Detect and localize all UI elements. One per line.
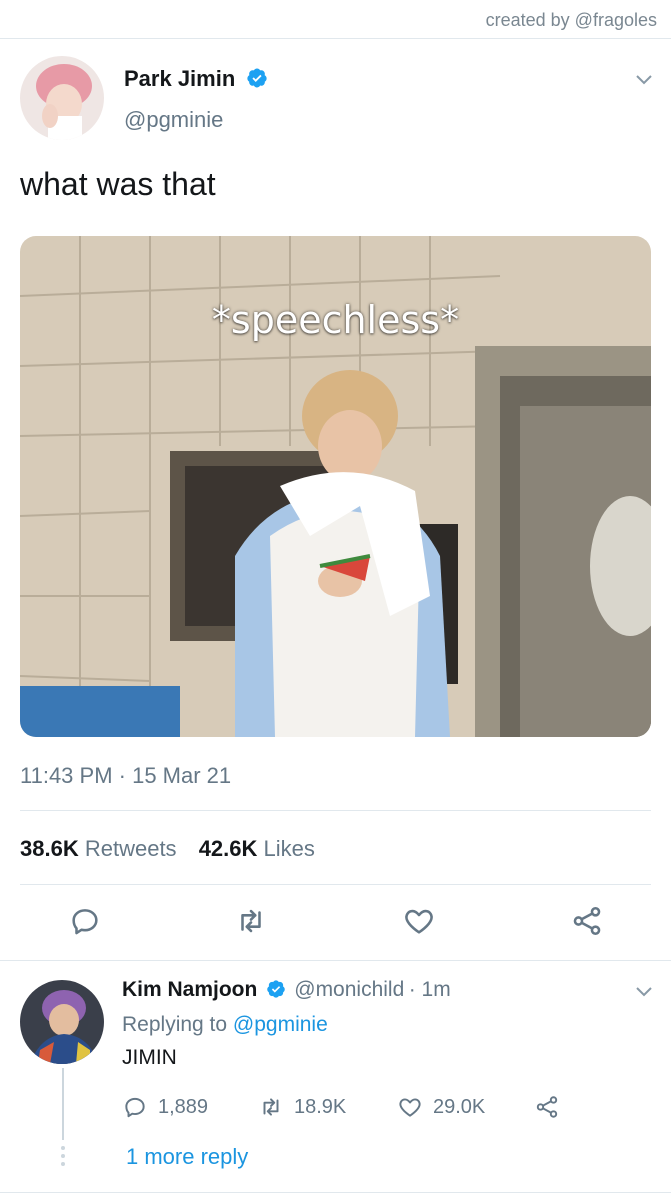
divider bbox=[20, 884, 651, 885]
replying-to-label: Replying to bbox=[122, 1013, 228, 1036]
heart-icon bbox=[399, 1098, 421, 1117]
author-handle[interactable]: @pgminie bbox=[124, 107, 223, 133]
replying-to-link[interactable]: @pgminie bbox=[233, 1013, 328, 1036]
reply-time: · 1m bbox=[408, 978, 451, 1001]
reply-like-action[interactable]: 29.0K bbox=[397, 1094, 485, 1120]
tweet-stats: 38.6K Retweets 42.6K Likes bbox=[20, 836, 315, 862]
chevron-down-icon[interactable] bbox=[635, 986, 653, 998]
retweet-icon bbox=[263, 1098, 279, 1116]
author-line: Park Jimin bbox=[124, 66, 268, 92]
reply-icon[interactable] bbox=[68, 904, 102, 938]
tweet-media-image[interactable]: *speechless* bbox=[20, 236, 651, 737]
author-name[interactable]: Park Jimin bbox=[124, 66, 235, 91]
top-divider bbox=[0, 38, 671, 39]
verified-badge-icon bbox=[247, 68, 267, 88]
credit-text: created by @fragoles bbox=[485, 10, 657, 30]
divider bbox=[20, 810, 651, 811]
thread-dot bbox=[61, 1162, 65, 1166]
avatar[interactable] bbox=[20, 56, 104, 140]
reply-avatar[interactable] bbox=[20, 980, 104, 1064]
retweets-stat[interactable]: 38.6K Retweets bbox=[20, 836, 177, 861]
reply-icon bbox=[125, 1097, 145, 1118]
reply-retweet-action[interactable]: 18.9K bbox=[258, 1094, 346, 1120]
retweet-count: 18.9K bbox=[294, 1095, 347, 1118]
retweet-icon[interactable] bbox=[234, 904, 268, 938]
reply-text: JIMIN bbox=[122, 1046, 177, 1069]
replying-to-line: Replying to @pgminie bbox=[122, 1013, 328, 1037]
reply-author-name[interactable]: Kim Namjoon bbox=[122, 978, 257, 1001]
reply-reply-action[interactable]: 1,889 bbox=[122, 1094, 208, 1120]
reply-count: 1,889 bbox=[158, 1095, 209, 1118]
media-caption: *speechless* bbox=[211, 298, 460, 342]
like-count: 29.0K bbox=[433, 1095, 486, 1118]
tweet-timestamp[interactable]: 11:43 PM · 15 Mar 21 bbox=[20, 763, 231, 789]
share-icon bbox=[536, 1096, 558, 1118]
more-replies-link[interactable]: 1 more reply bbox=[126, 1144, 248, 1170]
divider bbox=[0, 960, 671, 961]
heart-icon[interactable] bbox=[402, 904, 436, 938]
thread-dot bbox=[61, 1154, 65, 1158]
thread-line bbox=[62, 1068, 64, 1140]
reply-author-handle[interactable]: @monichild bbox=[294, 978, 404, 1001]
chevron-down-icon[interactable] bbox=[635, 74, 653, 86]
likes-stat[interactable]: 42.6K Likes bbox=[199, 836, 315, 861]
verified-badge-icon bbox=[267, 980, 285, 998]
bottom-divider bbox=[0, 1192, 671, 1193]
reply-author-line: Kim Namjoon @monichild · 1m bbox=[122, 978, 451, 1002]
tweet-text: what was that bbox=[20, 166, 216, 202]
thread-dot bbox=[61, 1146, 65, 1150]
share-icon[interactable] bbox=[570, 904, 604, 938]
reply-share-action[interactable] bbox=[534, 1094, 560, 1120]
